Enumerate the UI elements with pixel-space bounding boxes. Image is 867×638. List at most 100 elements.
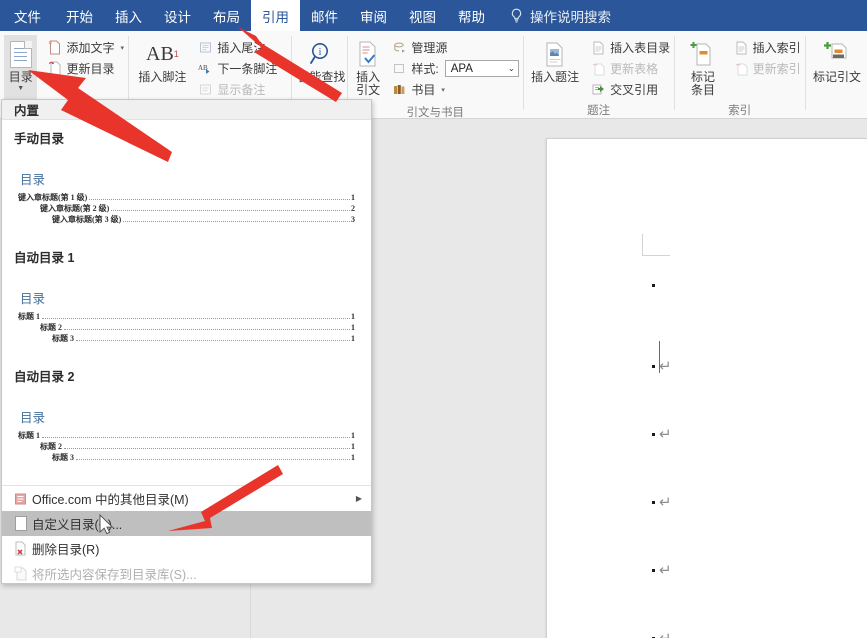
menu-item-label: 将所选内容保存到目录库(S)... bbox=[32, 568, 197, 582]
insert-citation-icon bbox=[355, 38, 381, 70]
list-item[interactable]: ↵ bbox=[652, 495, 672, 510]
menu-item-save-selection-to-gallery[interactable]: 将所选内容保存到目录库(S)... bbox=[2, 561, 371, 583]
tab-label: 引用 bbox=[262, 9, 289, 25]
toc-row-text: 标题 1 bbox=[18, 431, 40, 440]
list-item[interactable]: ↵ bbox=[652, 359, 672, 374]
toc-preview-row: 标题 1 1 bbox=[18, 430, 355, 441]
insert-caption-button[interactable]: 插入题注 bbox=[525, 35, 585, 84]
smart-lookup-label: 智能查找 bbox=[297, 70, 346, 84]
insert-footnote-button[interactable]: AB 1 插入脚注 bbox=[132, 35, 192, 84]
add-text-button[interactable]: 添加文字 ▾ bbox=[43, 37, 128, 58]
update-index-icon bbox=[734, 61, 749, 76]
footnote-AB-icon: AB 1 bbox=[146, 42, 179, 65]
ribbon-tab-bar: 文件 开始 插入 设计 布局 引用 邮件 审阅 视图 帮助 操作说明搜索 bbox=[0, 0, 867, 31]
gallery-item-auto-toc-1[interactable]: 目录 标题 1 1 标题 2 1 标题 3 1 bbox=[14, 270, 359, 352]
manage-sources-button[interactable]: 管理源 bbox=[388, 37, 522, 58]
tab-references[interactable]: 引用 bbox=[251, 0, 300, 31]
insert-footnote-label: 插入脚注 bbox=[138, 70, 187, 84]
mark-entry-icon bbox=[690, 38, 716, 70]
cross-reference-label: 交叉引用 bbox=[610, 83, 659, 97]
insert-index-label: 插入索引 bbox=[752, 41, 801, 55]
insert-endnote-button[interactable]: 插入尾注 bbox=[194, 37, 291, 58]
toc-gallery-dropdown[interactable]: 内置 手动目录 目录 键入章标题(第 1 级) 1 键入章标题(第 2 级) 2… bbox=[1, 99, 372, 584]
toc-row-text: 键入章标题(第 3 级) bbox=[52, 215, 122, 224]
citation-style-row[interactable]: 样式: APA ⌄ bbox=[388, 58, 522, 79]
toc-preview-row: 标题 1 1 bbox=[18, 311, 355, 322]
tab-mailings[interactable]: 邮件 bbox=[300, 0, 349, 31]
toc-row-page: 3 bbox=[351, 215, 355, 224]
insert-citation-button[interactable]: 插入引文 ▼ bbox=[352, 35, 385, 105]
toc-row-page: 1 bbox=[351, 312, 355, 321]
lightbulb-icon bbox=[510, 8, 523, 24]
update-table-button[interactable]: 更新表格 bbox=[587, 58, 674, 79]
tab-help[interactable]: 帮助 bbox=[447, 0, 496, 31]
tab-label: 设计 bbox=[164, 9, 191, 25]
smart-lookup-button[interactable]: i 智能查找 bbox=[295, 35, 347, 84]
gallery-item-auto-toc-2[interactable]: 目录 标题 1 1 标题 2 1 标题 3 1 bbox=[14, 389, 359, 471]
group-label-captions: 题注 bbox=[587, 105, 611, 117]
insert-endnote-label: 插入尾注 bbox=[217, 41, 266, 55]
chevron-down-icon: ⌄ bbox=[508, 64, 515, 73]
menu-item-custom-toc[interactable]: 自定义目录(C)... bbox=[2, 511, 371, 536]
toc-row-page: 1 bbox=[351, 193, 355, 202]
list-item[interactable]: ↵ bbox=[652, 631, 672, 638]
tab-label: 视图 bbox=[409, 9, 436, 25]
tab-label: 审阅 bbox=[360, 9, 387, 25]
citation-style-select[interactable]: APA ⌄ bbox=[444, 60, 519, 77]
toc-preview-heading: 目录 bbox=[20, 173, 46, 187]
gallery-item-manual-toc[interactable]: 目录 键入章标题(第 1 级) 1 键入章标题(第 2 级) 2 键入章标题(第… bbox=[14, 151, 359, 233]
toc-preview-heading: 目录 bbox=[20, 411, 46, 425]
toc-preview-row: 标题 3 1 bbox=[18, 333, 355, 344]
bibliography-button[interactable]: 书目 ▾ bbox=[388, 79, 522, 100]
mark-entry-button[interactable]: 标记条目 bbox=[681, 35, 726, 97]
citation-style-label: 样式: bbox=[411, 62, 439, 76]
toc-row-page: 1 bbox=[351, 334, 355, 343]
smart-lookup-icon: i bbox=[308, 38, 334, 70]
manage-sources-icon bbox=[392, 40, 407, 55]
update-index-label: 更新索引 bbox=[752, 62, 801, 76]
document-page[interactable]: ↵ ↵ ↵ ↵ ↵ bbox=[546, 138, 867, 638]
tab-review[interactable]: 审阅 bbox=[349, 0, 398, 31]
update-table-icon bbox=[591, 61, 606, 76]
menu-item-label: 删除目录(R) bbox=[32, 543, 100, 557]
mark-citation-icon bbox=[823, 38, 851, 70]
update-index-button[interactable]: 更新索引 bbox=[730, 58, 805, 79]
menu-item-more-from-office[interactable]: Office.com 中的其他目录(M) ▶ bbox=[2, 486, 371, 511]
insert-endnote-icon bbox=[198, 40, 213, 55]
toc-row-page: 1 bbox=[351, 431, 355, 440]
insert-table-of-figures-button[interactable]: 插入表目录 bbox=[587, 37, 674, 58]
table-of-contents-icon bbox=[9, 38, 32, 70]
insert-index-button[interactable]: 插入索引 bbox=[730, 37, 805, 58]
next-footnote-icon: AB bbox=[198, 61, 213, 76]
list-item[interactable]: ↵ bbox=[652, 427, 672, 442]
mark-citation-button[interactable]: 标记引文 bbox=[807, 35, 867, 84]
tab-file[interactable]: 文件 bbox=[0, 0, 55, 31]
tab-design[interactable]: 设计 bbox=[153, 0, 202, 31]
tell-me-search[interactable]: 操作说明搜索 bbox=[496, 0, 611, 31]
list-item[interactable] bbox=[652, 284, 655, 287]
cross-reference-button[interactable]: 交叉引用 bbox=[587, 79, 674, 100]
group-label-authorities bbox=[805, 103, 867, 119]
update-toc-button[interactable]: 更新目录 bbox=[43, 58, 128, 79]
toc-row-text: 标题 1 bbox=[18, 312, 40, 321]
text-cursor bbox=[659, 341, 660, 373]
gallery-section-label: 内置 bbox=[14, 104, 40, 118]
group-label-index: 索引 bbox=[728, 105, 752, 117]
tell-me-label: 操作说明搜索 bbox=[530, 9, 611, 25]
tab-layout[interactable]: 布局 bbox=[202, 0, 251, 31]
gallery-section-header: 内置 bbox=[2, 100, 371, 120]
toc-button[interactable]: 目录 ▼ bbox=[4, 35, 38, 107]
toc-button-label: 目录 bbox=[8, 70, 33, 84]
show-notes-icon bbox=[198, 82, 213, 97]
insert-index-icon bbox=[734, 40, 749, 55]
next-footnote-button[interactable]: AB 下一条脚注 ▾ bbox=[194, 58, 291, 79]
menu-item-remove-toc[interactable]: 删除目录(R) bbox=[2, 536, 371, 561]
list-item[interactable]: ↵ bbox=[652, 563, 672, 578]
show-notes-button[interactable]: 显示备注 bbox=[194, 79, 291, 100]
bullet-icon bbox=[652, 568, 655, 572]
tab-insert[interactable]: 插入 bbox=[104, 0, 153, 31]
tab-label: 邮件 bbox=[311, 9, 338, 25]
tab-view[interactable]: 视图 bbox=[398, 0, 447, 31]
tab-home[interactable]: 开始 bbox=[55, 0, 104, 31]
bibliography-label: 书目 bbox=[411, 83, 436, 97]
